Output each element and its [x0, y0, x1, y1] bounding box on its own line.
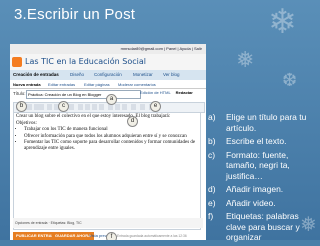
step-key: c) — [208, 149, 216, 160]
badge-f: f — [106, 232, 117, 240]
steps-list: a) Elige un título para tu artículo. b) Es… — [208, 112, 318, 246]
align-right-icon[interactable] — [92, 104, 97, 110]
snowflake-icon: ❆ — [282, 70, 298, 91]
align-left-icon[interactable] — [78, 104, 83, 110]
tab-ver-blog[interactable]: Ver blog — [163, 72, 180, 77]
subtab-nueva-entrada[interactable]: Nueva entrada — [13, 82, 41, 87]
blog-name: Las TIC en la Educación Social — [25, 57, 146, 66]
badge-b: b — [16, 101, 27, 112]
size-select[interactable] — [34, 104, 44, 110]
labels-text[interactable]: Opciones de entrada · Etiquetas: Blog, T… — [15, 221, 82, 225]
blogger-logo-icon — [12, 57, 22, 67]
list-item: Ofrecer información para que todos los a… — [24, 134, 198, 140]
editor-modes: Edición de HTML Redactar — [140, 90, 193, 95]
compose-mode-tab[interactable]: Redactar — [176, 90, 193, 95]
step-text: Formato: fuente, tamaño, negri ta, justi… — [226, 149, 290, 181]
blog-header: Las TIC en la Educación Social — [10, 54, 206, 70]
link-icon[interactable] — [69, 104, 74, 110]
step-key: e) — [208, 197, 216, 208]
justify-icon[interactable] — [99, 104, 104, 110]
badge-c: c — [58, 101, 69, 112]
sub-tabs: Nueva entrada Editar entradas Editar pág… — [10, 80, 206, 89]
bold-icon[interactable] — [47, 104, 52, 110]
list-item: Fomentar las TIC como soporte para desar… — [24, 140, 198, 152]
subtab-editar-entradas[interactable]: Editar entradas — [48, 82, 75, 87]
tab-creacion[interactable]: Creación de entradas — [13, 72, 59, 77]
badge-d: d — [127, 116, 138, 127]
slide-title: 3.Escribir un Post — [14, 6, 136, 23]
post-options-bar: Opciones de entrada · Etiquetas: Blog, T… — [13, 218, 203, 228]
badge-e: e — [150, 101, 161, 112]
spellcheck-icon[interactable] — [131, 104, 136, 110]
blogger-screenshot: mnrsolar89@gmail.com | Panel | Ayuda | S… — [10, 44, 206, 240]
snowflake-icon: ❄ — [268, 2, 297, 42]
main-tabs: Creación de entradas Diseño Configuració… — [10, 70, 206, 80]
html-mode-tab[interactable]: Edición de HTML — [140, 90, 171, 95]
step-f: f) Etiquetas: palabras clave para buscar … — [208, 211, 318, 243]
subtab-editar-paginas[interactable]: Editar páginas — [84, 82, 110, 87]
align-center-icon[interactable] — [85, 104, 90, 110]
step-key: b) — [208, 136, 216, 146]
subtab-moderar-comentarios[interactable]: Moderar comentarios — [118, 82, 156, 87]
step-d: d) Añadir imagen. — [208, 184, 318, 195]
image-icon[interactable] — [140, 104, 145, 110]
post-title-input[interactable]: Práctica: Creación de un Blog en Blogger — [26, 90, 141, 99]
quote-icon[interactable] — [122, 104, 127, 110]
editor-line: Crear un blog sobre el colectivo en el q… — [16, 114, 171, 119]
step-e: e) Añadir video. — [208, 198, 318, 209]
title-label: Título: — [13, 91, 26, 96]
tab-diseno[interactable]: Diseño — [70, 72, 84, 77]
step-b: b) Escribe el texto. — [208, 136, 318, 147]
step-text: Escribe el texto. — [226, 136, 287, 146]
tab-monetizar[interactable]: Monetizar — [133, 72, 153, 77]
account-email[interactable]: mnrsolar89@gmail.com | Panel | Ayuda | S… — [121, 46, 202, 51]
autosave-status: Entrada guardada automáticamente a las 1… — [117, 234, 187, 238]
step-key: a) — [208, 112, 216, 122]
step-key: f) — [208, 211, 214, 221]
step-key: d) — [208, 184, 216, 194]
badge-a: a — [106, 94, 117, 105]
tab-configuracion[interactable]: Configuración — [94, 72, 122, 77]
post-editor[interactable]: Crear un blog sobre el colectivo en el q… — [13, 112, 201, 230]
bullet-list-icon[interactable] — [115, 104, 120, 110]
account-bar: mnrsolar89@gmail.com | Panel | Ayuda | S… — [10, 44, 206, 54]
step-text: Etiquetas: palabras clave para buscar y … — [226, 211, 300, 242]
step-text: Añadir video. — [226, 197, 276, 208]
step-text: Elige un título para tu artículo. — [226, 112, 307, 133]
step-c: c) Formato: fuente, tamaño, negri ta, jus… — [208, 150, 318, 182]
step-text: Añadir imagen. — [226, 184, 284, 194]
snowflake-icon: ❅ — [236, 48, 255, 73]
step-a: a) Elige un título para tu artículo. — [208, 112, 318, 133]
objectives-list: Trabajar con los TIC de manera funcional… — [16, 127, 198, 152]
